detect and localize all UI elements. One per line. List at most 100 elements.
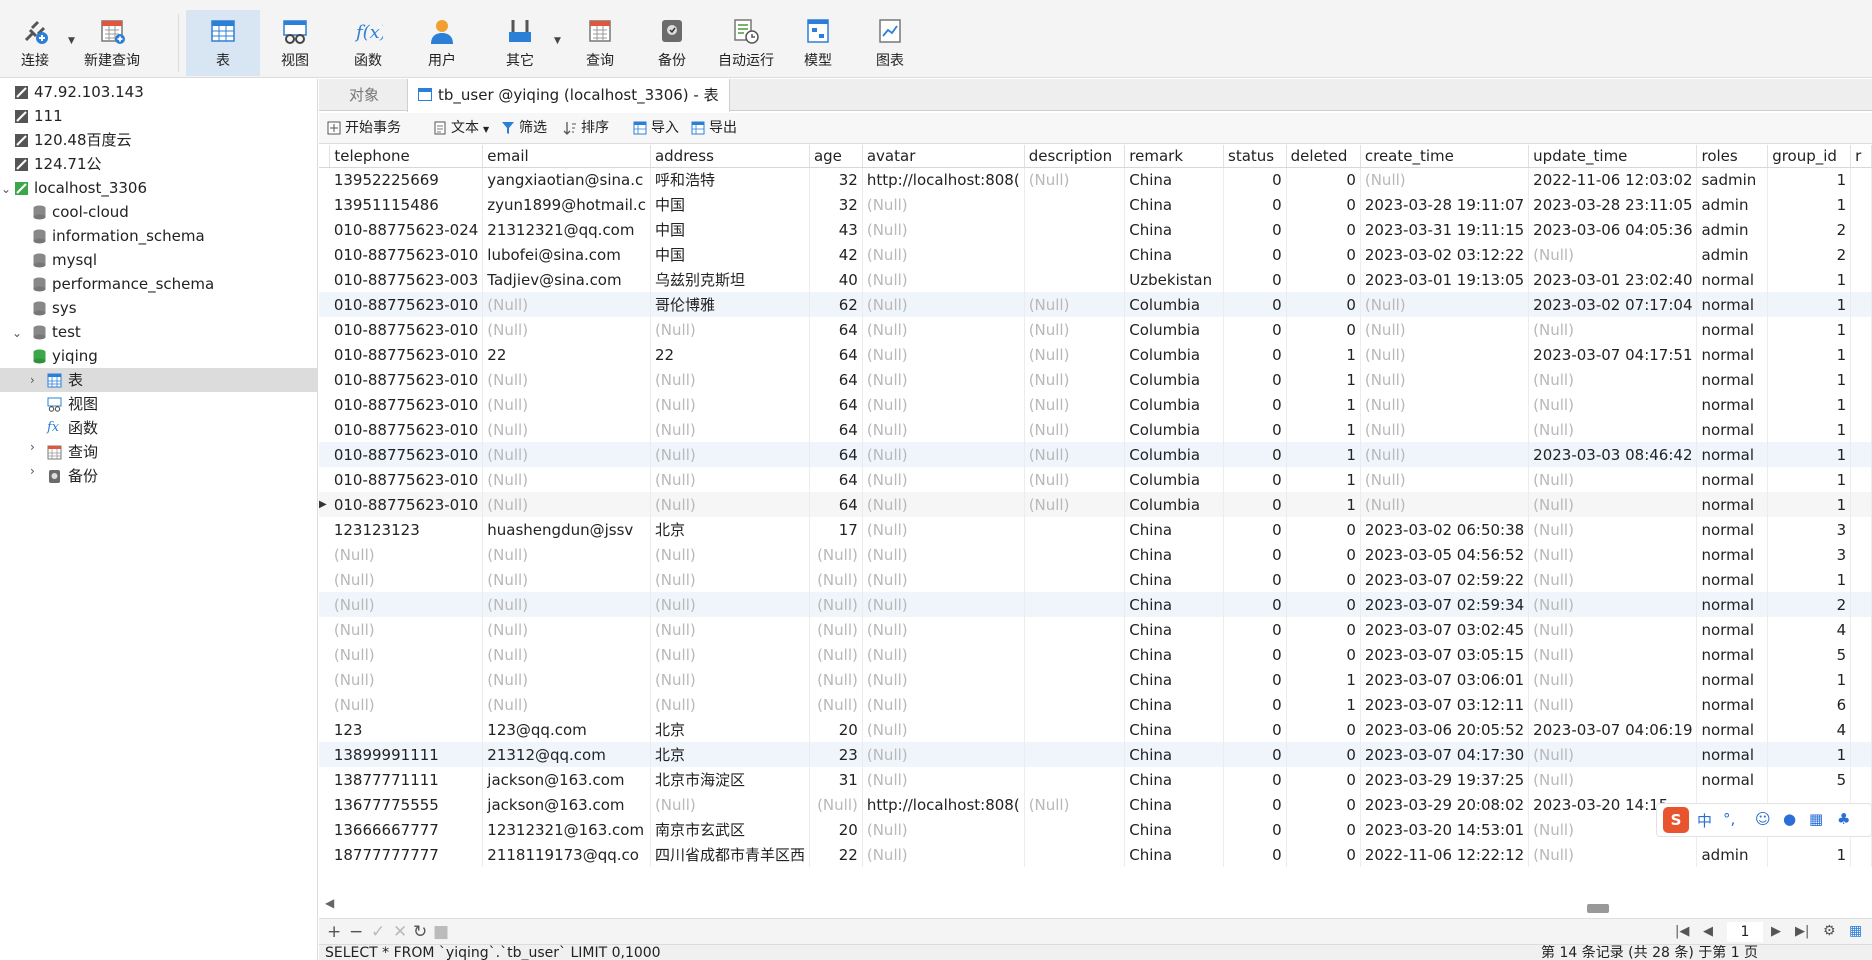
database-item[interactable]: test xyxy=(32,320,81,344)
table-cell[interactable]: 0 xyxy=(1286,592,1361,617)
table-cell[interactable] xyxy=(1850,192,1872,217)
table-cell[interactable]: 3 xyxy=(1767,542,1852,567)
table-cell[interactable]: China xyxy=(1124,242,1225,267)
table-cell[interactable]: 2118119173@qq.co xyxy=(482,842,651,867)
tree-item-functions[interactable]: fx 函数 xyxy=(47,416,98,440)
table-cell[interactable]: 1 xyxy=(1767,367,1852,392)
table-row[interactable]: 010-88775623-010 (Null) (Null) 64 (Null) (Nul… xyxy=(319,317,1872,342)
table-cell[interactable]: (Null) xyxy=(329,617,484,642)
connection-item[interactable]: 111 xyxy=(14,104,63,128)
table-row[interactable]: 010-88775623-010 (Null) (Null) 64 (Null) (Nul… xyxy=(319,367,1872,392)
table-cell[interactable]: 13666667777 xyxy=(329,817,484,842)
table-row[interactable]: ▶ 010-88775623-010 (Null) (Null) 64 (Null) (Nu… xyxy=(319,492,1872,517)
table-cell[interactable] xyxy=(1850,267,1872,292)
table-cell[interactable]: http://localhost:808( xyxy=(862,792,1025,817)
table-cell[interactable]: 010-88775623-010 xyxy=(329,342,484,367)
refresh-icon[interactable]: ↻ xyxy=(413,922,427,942)
table-cell[interactable]: (Null) xyxy=(329,542,484,567)
tree-item-tables[interactable]: › 表 xyxy=(0,368,317,392)
table-cell[interactable]: 0 xyxy=(1286,817,1361,842)
table-cell[interactable]: (Null) xyxy=(862,542,1025,567)
table-cell[interactable]: http://localhost:808( xyxy=(862,167,1025,192)
table-cell[interactable]: (Null) xyxy=(1360,292,1530,317)
table-cell[interactable]: (Null) xyxy=(1024,467,1126,492)
table-cell[interactable]: 5 xyxy=(1767,642,1852,667)
table-cell[interactable]: 010-88775623-010 xyxy=(329,492,484,517)
table-cell[interactable]: jackson@163.com xyxy=(482,792,651,817)
column-header[interactable]: age xyxy=(809,145,863,168)
table-cell[interactable]: China xyxy=(1124,817,1225,842)
table-cell[interactable]: 1 xyxy=(1767,442,1852,467)
table-cell[interactable]: 1 xyxy=(1767,342,1852,367)
table-cell[interactable]: 0 xyxy=(1286,792,1361,817)
table-cell[interactable]: (Null) xyxy=(1528,467,1698,492)
table-cell[interactable] xyxy=(1850,667,1872,692)
database-item-yiqing[interactable]: yiqing xyxy=(32,344,98,368)
table-cell[interactable]: (Null) xyxy=(1360,367,1530,392)
table-cell[interactable]: 0 xyxy=(1286,292,1361,317)
table-cell[interactable]: 64 xyxy=(809,317,863,342)
table-cell[interactable]: 010-88775623-010 xyxy=(329,367,484,392)
table-cell[interactable]: 1 xyxy=(1286,342,1361,367)
table-cell[interactable] xyxy=(1850,517,1872,542)
table-row[interactable]: (Null) (Null) (Null) (Null) (Null) China 0 0 202… xyxy=(319,567,1872,592)
table-cell[interactable]: (Null) xyxy=(482,317,651,342)
tab-objects[interactable]: 对象 xyxy=(319,79,409,111)
table-cell[interactable]: huashengdun@jssv xyxy=(482,517,651,542)
table-cell[interactable]: 1 xyxy=(1767,842,1852,867)
table-cell[interactable]: (Null) xyxy=(862,517,1025,542)
table-cell[interactable]: yangxiaotian@sina.c xyxy=(482,167,651,192)
table-cell[interactable]: China xyxy=(1124,717,1225,742)
table-cell[interactable]: (Null) xyxy=(1528,617,1698,642)
table-cell[interactable]: 2023-03-07 04:17:30 xyxy=(1360,742,1530,767)
table-cell[interactable]: 32 xyxy=(809,192,863,217)
table-cell[interactable]: 2022-11-06 12:03:02 xyxy=(1528,167,1698,192)
table-cell[interactable]: (Null) xyxy=(482,642,651,667)
sort-button[interactable]: 排序 xyxy=(561,117,609,139)
backup-button[interactable]: 备份 xyxy=(644,10,700,76)
table-cell[interactable]: China xyxy=(1124,842,1225,867)
table-cell[interactable]: (Null) xyxy=(1360,167,1530,192)
table-row[interactable]: (Null) (Null) (Null) (Null) (Null) China 0 0 202… xyxy=(319,642,1872,667)
table-cell[interactable]: 0 xyxy=(1223,792,1287,817)
table-cell[interactable]: China xyxy=(1124,617,1225,642)
table-cell[interactable]: (Null) xyxy=(862,217,1025,242)
table-cell[interactable]: 北京 xyxy=(650,742,810,767)
table-cell[interactable]: 0 xyxy=(1286,767,1361,792)
column-header[interactable]: update_time xyxy=(1528,145,1698,168)
next-page-icon[interactable]: ▶ xyxy=(1771,924,1781,939)
table-cell[interactable]: (Null) xyxy=(650,792,810,817)
table-cell[interactable]: 0 xyxy=(1223,192,1287,217)
table-cell[interactable]: 010-88775623-010 xyxy=(329,392,484,417)
table-cell[interactable]: (Null) xyxy=(1024,342,1126,367)
table-cell[interactable]: (Null) xyxy=(809,792,863,817)
table-cell[interactable]: (Null) xyxy=(1360,392,1530,417)
table-cell[interactable]: (Null) xyxy=(809,642,863,667)
table-cell[interactable]: 0 xyxy=(1223,567,1287,592)
table-cell[interactable]: 0 xyxy=(1223,292,1287,317)
table-cell[interactable]: (Null) xyxy=(1360,442,1530,467)
table-cell[interactable]: 2023-03-07 02:59:22 xyxy=(1360,567,1530,592)
table-cell[interactable]: 2023-03-20 14:53:01 xyxy=(1360,817,1530,842)
table-cell[interactable] xyxy=(1850,467,1872,492)
table-cell[interactable]: (Null) xyxy=(862,842,1025,867)
table-cell[interactable]: normal xyxy=(1696,692,1769,717)
table-cell[interactable]: admin xyxy=(1696,242,1769,267)
table-cell[interactable]: Columbia xyxy=(1124,442,1225,467)
table-cell[interactable]: normal xyxy=(1696,667,1769,692)
others-button[interactable]: 其它 xyxy=(492,10,548,76)
table-cell[interactable]: normal xyxy=(1696,492,1769,517)
table-cell[interactable]: 0 xyxy=(1223,667,1287,692)
table-cell[interactable]: (Null) xyxy=(862,417,1025,442)
table-cell[interactable] xyxy=(1024,717,1126,742)
table-cell[interactable]: 13951115486 xyxy=(329,192,484,217)
table-cell[interactable]: 43 xyxy=(809,217,863,242)
tab-tb-user[interactable]: tb_user @yiqing (localhost_3306) - 表 xyxy=(407,79,730,112)
table-cell[interactable]: (Null) xyxy=(650,667,810,692)
table-cell[interactable] xyxy=(1850,542,1872,567)
table-row[interactable]: 123123123 huashengdun@jssv 北京 17 (Null) China… xyxy=(319,517,1872,542)
views-button[interactable]: 视图 xyxy=(268,10,322,76)
table-cell[interactable]: 呼和浩特 xyxy=(650,167,810,192)
table-cell[interactable]: 2 xyxy=(1767,242,1852,267)
discard-icon[interactable]: ✕ xyxy=(393,922,407,942)
